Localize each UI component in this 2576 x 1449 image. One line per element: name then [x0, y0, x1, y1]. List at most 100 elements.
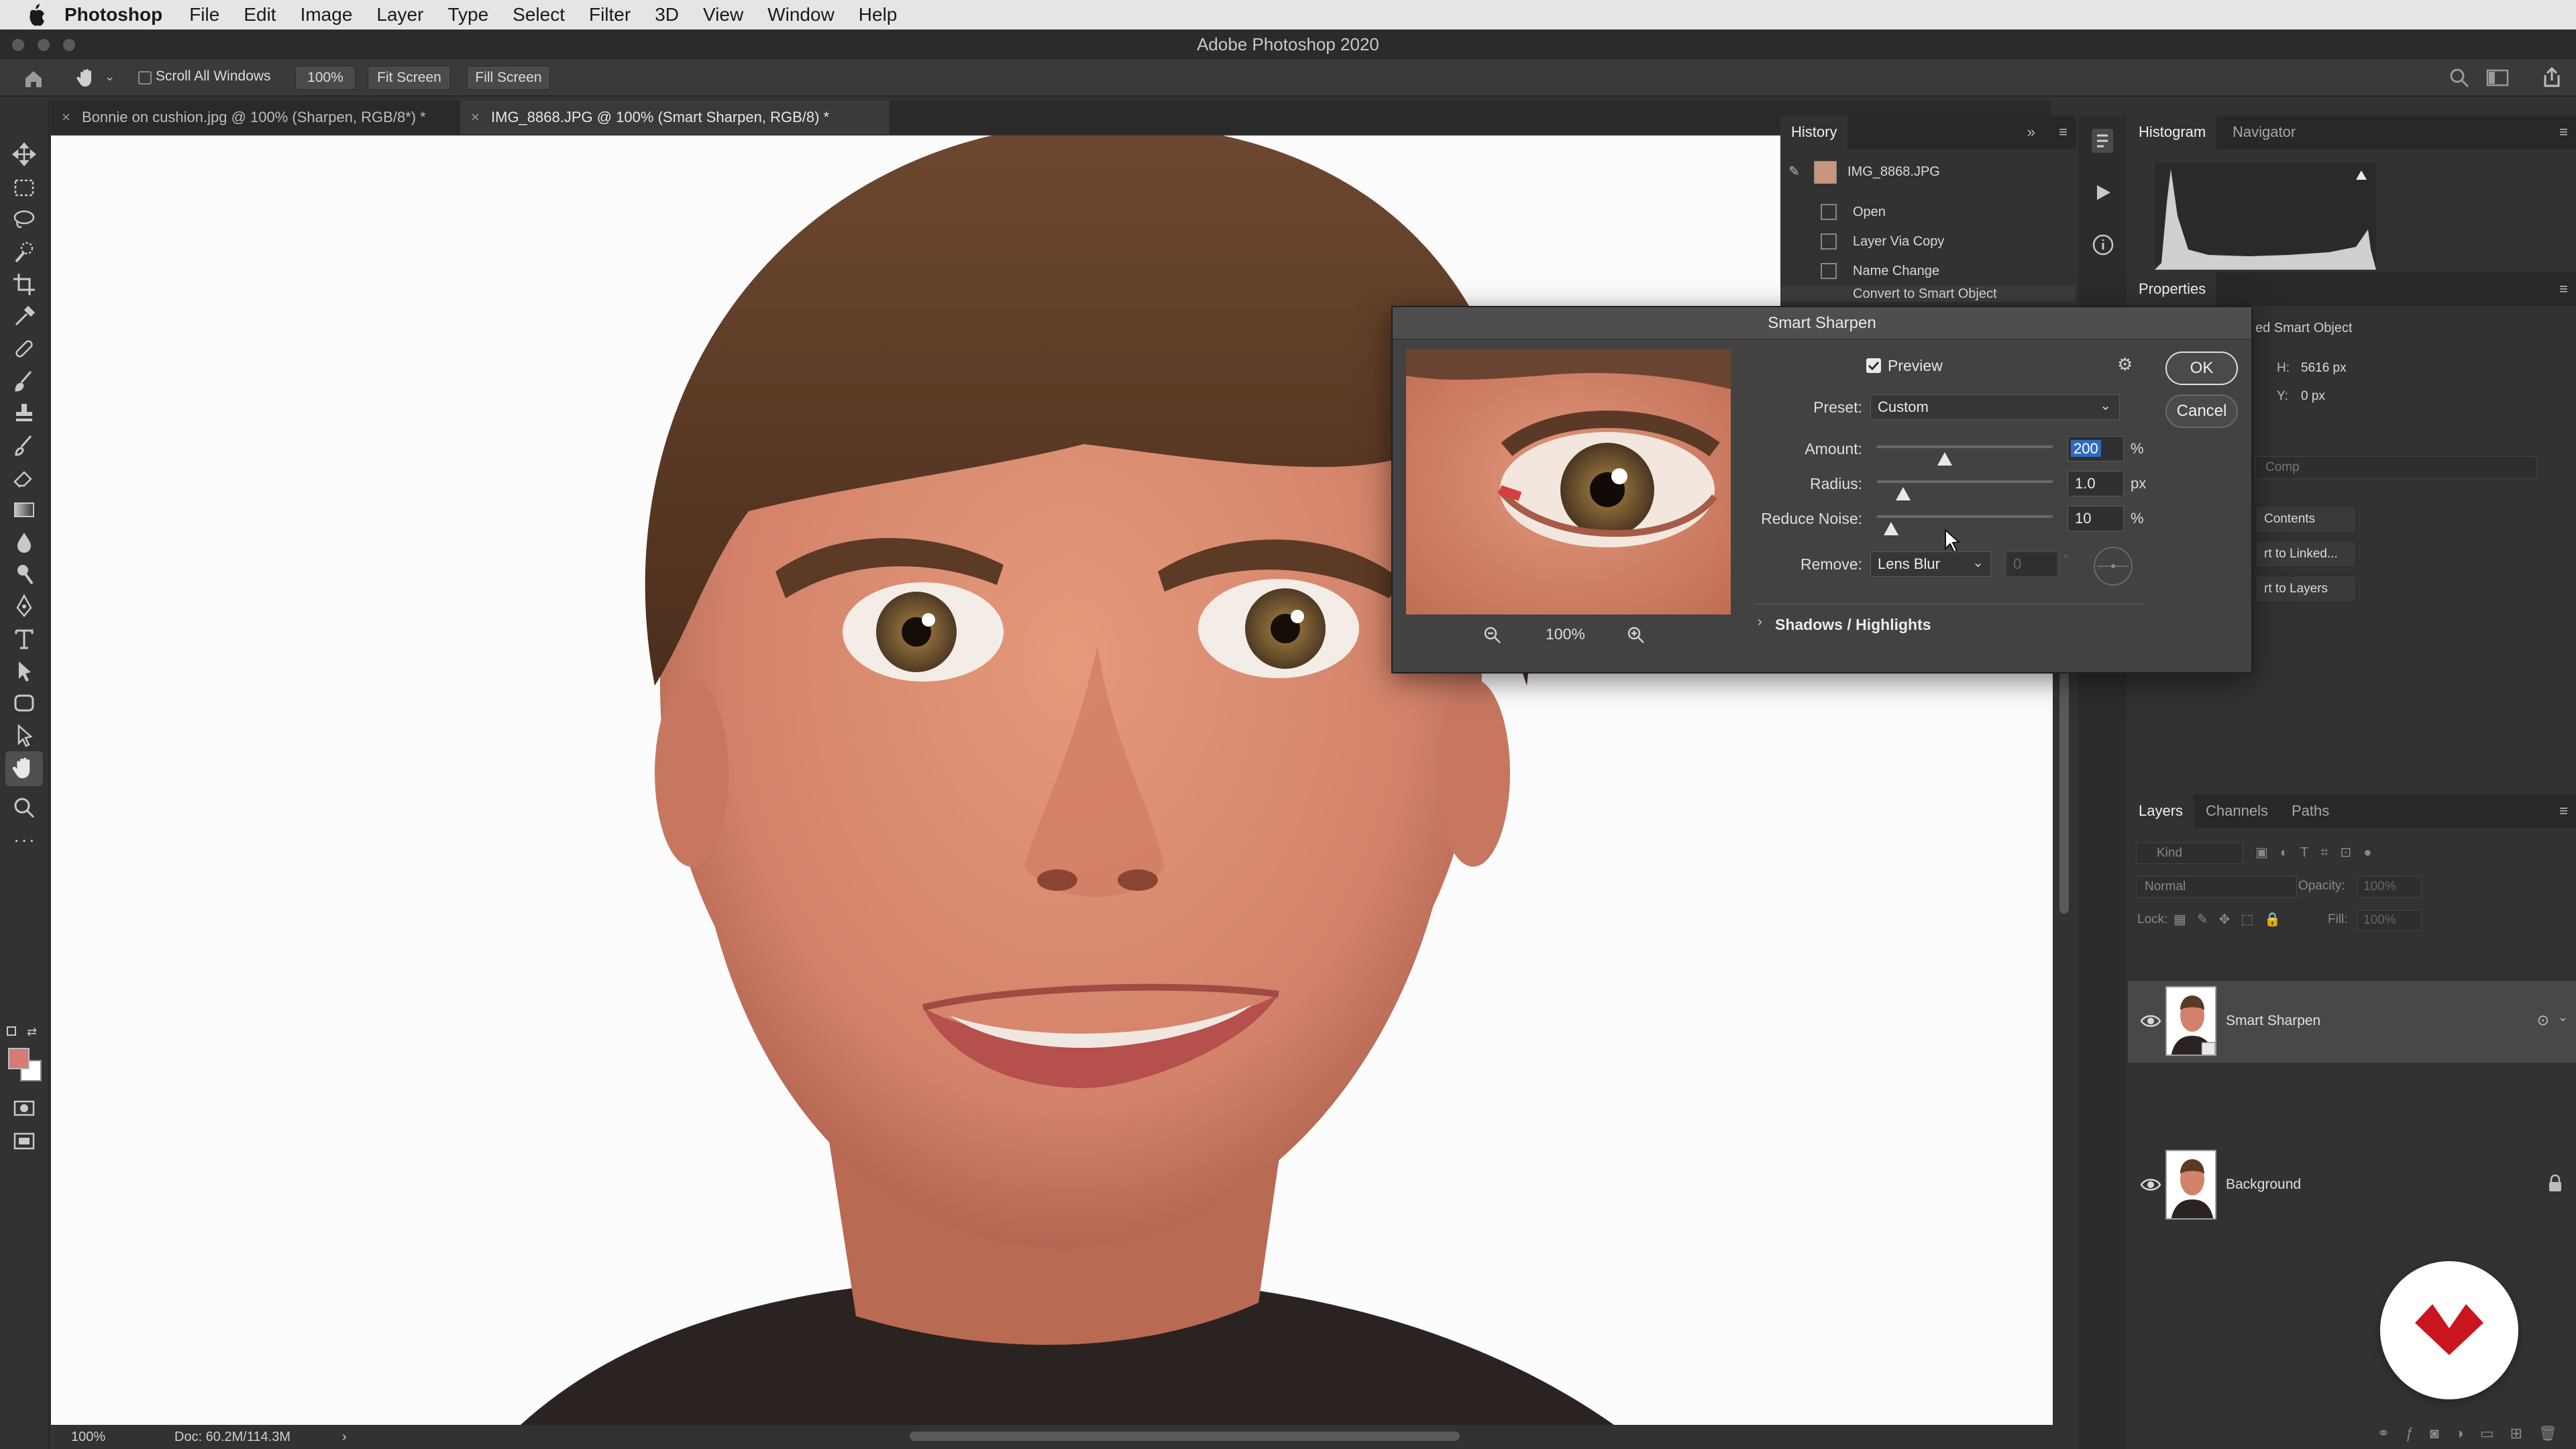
history-item[interactable]: Convert to Smart Object [1780, 286, 2076, 302]
dialog-preview-image[interactable] [1406, 349, 1731, 614]
layer-name[interactable]: Smart Sharpen [2226, 1013, 2320, 1029]
convert-to-linked-button[interactable]: rt to Linked... [2255, 541, 2356, 568]
history-snapshot[interactable]: ✎ IMG_8868.JPG [1780, 157, 2076, 186]
menu-view[interactable]: View [703, 0, 743, 30]
layers-footer-icons[interactable]: ⚭ƒ◙◑▭⊞🗑 [2128, 1418, 2576, 1449]
maximize-window-button[interactable] [63, 39, 75, 51]
healing-brush-tool-icon[interactable] [11, 335, 38, 362]
panel-menu-icon[interactable]: ≡ [2559, 794, 2568, 828]
lock-icon[interactable] [2548, 1174, 2563, 1193]
history-item[interactable]: Open [1780, 197, 2076, 227]
history-brush-icon[interactable]: ✎ [1788, 157, 1800, 186]
history-item[interactable]: Name Change [1780, 256, 2076, 286]
filter-kind-select[interactable]: Kind [2136, 843, 2243, 864]
home-icon[interactable] [23, 68, 44, 89]
dodge-tool-icon[interactable] [11, 561, 38, 588]
panel-menu-icon[interactable]: ≡ [2559, 115, 2568, 149]
menu-app[interactable]: Photoshop [64, 0, 162, 30]
info-icon[interactable] [2092, 233, 2114, 256]
amount-slider-track[interactable] [1877, 445, 2053, 448]
share-icon[interactable] [2541, 66, 2563, 89]
menu-layer[interactable]: Layer [376, 0, 423, 30]
panel-menu-icon[interactable]: ≡ [2559, 272, 2568, 306]
menu-filter[interactable]: Filter [589, 0, 631, 30]
preset-select[interactable]: Custom ⌄ [1870, 394, 2120, 420]
eraser-tool-icon[interactable] [11, 464, 38, 491]
radius-input[interactable]: 1.0 [2068, 471, 2124, 496]
visibility-eye-icon[interactable] [2140, 1013, 2161, 1029]
layer-name[interactable]: Background [2226, 1177, 2301, 1193]
move-tool-icon[interactable] [11, 141, 38, 168]
tab-histogram[interactable]: Histogram [2128, 115, 2217, 149]
blend-mode-select[interactable]: Normal [2136, 876, 2297, 898]
type-tool-icon[interactable] [11, 625, 38, 652]
amount-slider-thumb[interactable] [1937, 452, 1952, 466]
hand-tool-active[interactable] [5, 751, 43, 786]
status-arrow-icon[interactable]: › [342, 1425, 347, 1449]
vertical-scrollbar[interactable] [2059, 632, 2069, 914]
tab-properties[interactable]: Properties [2128, 272, 2217, 306]
angle-input[interactable]: 0 [2006, 551, 2058, 577]
document-tab-bonnie[interactable]: × Bonnie on cushion.jpg @ 100% (Sharpen,… [51, 101, 453, 134]
scroll-all-windows-checkbox[interactable] [138, 71, 152, 85]
fit-screen-button[interactable]: Fit Screen [368, 66, 451, 90]
clone-stamp-tool-icon[interactable] [11, 400, 38, 427]
status-zoom[interactable]: 100% [71, 1425, 105, 1449]
rectangle-tool-icon[interactable] [11, 690, 38, 716]
chevron-right-icon[interactable]: › [1758, 614, 1762, 630]
eyedropper-tool-icon[interactable] [11, 303, 38, 330]
shadows-highlights-toggle[interactable]: Shadows / Highlights [1775, 616, 1931, 634]
height-value[interactable]: 5616 px [2301, 361, 2347, 376]
blur-tool-icon[interactable] [11, 529, 38, 555]
amount-input[interactable]: 200 [2068, 436, 2124, 462]
tab-channels[interactable]: Channels [2195, 794, 2279, 828]
zoom-out-icon[interactable] [1483, 625, 1501, 644]
close-tab-icon[interactable]: × [471, 101, 480, 134]
angle-dial[interactable] [2092, 545, 2135, 588]
reduce-noise-slider-track[interactable] [1877, 515, 2053, 518]
crop-tool-icon[interactable] [11, 271, 38, 298]
swap-colors-icon[interactable]: ⇄ [27, 1025, 37, 1039]
ok-button[interactable]: OK [2165, 352, 2238, 385]
document-tab-img8868[interactable]: × IMG_8868.JPG @ 100% (Smart Sharpen, RG… [460, 101, 890, 134]
default-colors-icon[interactable] [7, 1026, 16, 1036]
close-window-button[interactable] [12, 39, 24, 51]
menu-type[interactable]: Type [447, 0, 488, 30]
radius-slider-track[interactable] [1877, 480, 2053, 483]
menu-3d[interactable]: 3D [655, 0, 679, 30]
convert-to-layers-button[interactable]: rt to Layers [2255, 576, 2356, 602]
remove-select[interactable]: Lens Blur ⌄ [1870, 551, 1991, 577]
visibility-eye-icon[interactable] [2140, 1177, 2161, 1193]
history-panel-icon[interactable] [2090, 127, 2114, 154]
close-tab-icon[interactable]: × [62, 101, 70, 134]
filter-icons[interactable]: ▣◐T⌗⊡● [2255, 844, 2383, 861]
panel-menu-icon[interactable]: ≡ [2059, 115, 2068, 149]
settings-gear-icon[interactable]: ⚙ [2117, 354, 2133, 375]
menu-image[interactable]: Image [301, 0, 353, 30]
foreground-color-swatch[interactable] [8, 1048, 30, 1069]
preview-checkbox[interactable] [1866, 358, 1881, 373]
edit-contents-button[interactable]: Contents [2255, 506, 2356, 533]
history-item[interactable]: Layer Via Copy [1780, 227, 2076, 256]
workspace-icon[interactable] [2486, 68, 2509, 87]
quick-select-tool-icon[interactable] [11, 239, 38, 266]
fill-input[interactable]: 100% [2357, 910, 2422, 931]
tab-navigator[interactable]: Navigator [2222, 115, 2306, 149]
dialog-title[interactable]: Smart Sharpen [1393, 307, 2251, 339]
reduce-noise-slider-thumb[interactable] [1884, 522, 1898, 535]
menu-window[interactable]: Window [767, 0, 835, 30]
zoom-in-icon[interactable] [1626, 625, 1645, 644]
marquee-tool-icon[interactable] [11, 174, 38, 201]
horizontal-scrollbar[interactable] [910, 1432, 1460, 1441]
tab-paths[interactable]: Paths [2281, 794, 2340, 828]
y-value[interactable]: 0 px [2301, 389, 2325, 404]
lock-icons[interactable]: ▦✎✥⬚🔒 [2174, 911, 2292, 928]
hand-tool-icon[interactable] [75, 67, 98, 90]
minimize-window-button[interactable] [38, 39, 50, 51]
filter-options-icon[interactable]: ⊙ [2537, 1012, 2549, 1029]
gradient-tool-icon[interactable] [11, 496, 38, 523]
chevron-down-icon[interactable]: ⌄ [2558, 1010, 2568, 1024]
reduce-noise-input[interactable]: 10 [2068, 506, 2124, 531]
menu-edit[interactable]: Edit [244, 0, 276, 30]
menu-file[interactable]: File [189, 0, 219, 30]
